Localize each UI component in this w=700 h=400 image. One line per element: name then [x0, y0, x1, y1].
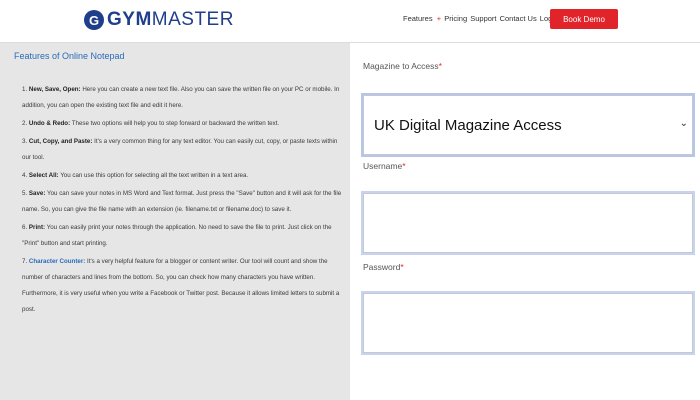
- required-asterisk: *: [402, 161, 406, 171]
- required-asterisk: *: [400, 262, 404, 272]
- nav-pricing[interactable]: Pricing: [444, 14, 467, 23]
- nav-contact-us[interactable]: Contact Us: [500, 14, 537, 23]
- username-input[interactable]: [363, 193, 693, 253]
- magazine-select[interactable]: UK Digital Magazine Access ⌄: [363, 95, 693, 155]
- feature-heading: Print:: [28, 224, 46, 231]
- feature-text: You can save your notes in MS Word and T…: [22, 190, 342, 213]
- logo-icon: G: [84, 10, 104, 30]
- nav-features-expand-icon[interactable]: +: [437, 14, 441, 23]
- feature-text: These two options will help you to step …: [71, 120, 280, 127]
- feature-item: 5. Save: You can save your notes in MS W…: [22, 186, 342, 218]
- username-label: Username*: [363, 161, 406, 171]
- features-list: 1. New, Save, Open: Here you can create …: [22, 82, 342, 320]
- chevron-down-icon: ⌄: [679, 118, 688, 129]
- feature-number: 5.: [22, 190, 28, 197]
- feature-text: It's a very helpful feature for a blogge…: [22, 258, 340, 313]
- nav-features[interactable]: Features: [403, 14, 433, 23]
- feature-heading: Save:: [28, 190, 46, 197]
- features-title: Features of Online Notepad: [14, 51, 125, 61]
- feature-heading: Cut, Copy, and Paste:: [28, 138, 93, 145]
- feature-heading: Undo & Redo:: [28, 120, 71, 127]
- feature-number: 7.: [22, 258, 28, 265]
- logo-wordmark: GYMMASTER: [107, 9, 234, 30]
- feature-number: 3.: [22, 138, 28, 145]
- magazine-select-value: UK Digital Magazine Access: [374, 116, 562, 134]
- feature-heading: New, Save, Open:: [28, 86, 81, 93]
- gymmaster-logo[interactable]: G GYMMASTER: [84, 9, 234, 31]
- required-asterisk: *: [438, 61, 442, 71]
- feature-number: 4.: [22, 172, 28, 179]
- feature-text: You can easily print your notes through …: [22, 224, 332, 247]
- password-input[interactable]: [363, 293, 693, 353]
- book-demo-button[interactable]: Book Demo: [550, 9, 618, 29]
- main-nav: Features + Pricing Support Contact Us Lo…: [403, 14, 559, 23]
- feature-item: 7. Character Counter: It's a very helpfu…: [22, 254, 342, 318]
- password-label: Password*: [363, 262, 404, 272]
- feature-text: You can use this option for selecting al…: [60, 172, 249, 179]
- feature-number: 1.: [22, 86, 28, 93]
- feature-heading: Select All:: [28, 172, 59, 179]
- feature-heading: Character Counter:: [28, 258, 86, 265]
- feature-item: 1. New, Save, Open: Here you can create …: [22, 82, 342, 114]
- magazine-label: Magazine to Access*: [363, 61, 442, 71]
- feature-item: 2. Undo & Redo: These two options will h…: [22, 116, 342, 132]
- nav-support[interactable]: Support: [470, 14, 496, 23]
- top-navbar: G GYMMASTER Features + Pricing Support C…: [0, 0, 700, 43]
- feature-number: 6.: [22, 224, 28, 231]
- feature-item: 3. Cut, Copy, and Paste: It's a very com…: [22, 134, 342, 166]
- feature-number: 2.: [22, 120, 28, 127]
- feature-item: 6. Print: You can easily print your note…: [22, 220, 342, 252]
- feature-item: 4. Select All: You can use this option f…: [22, 168, 342, 184]
